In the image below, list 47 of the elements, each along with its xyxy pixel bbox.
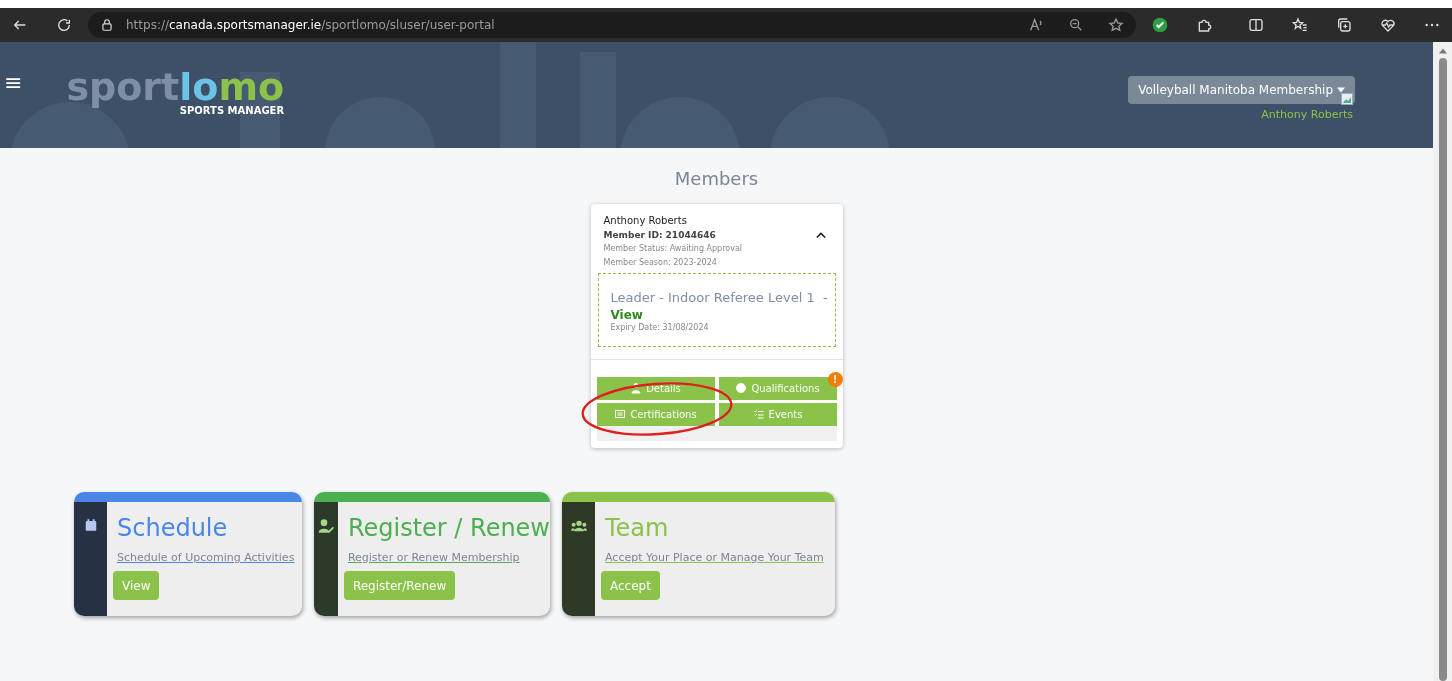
member-id: Member ID: 21044646 bbox=[603, 229, 717, 242]
checklist-icon bbox=[752, 408, 765, 420]
card-link[interactable]: Register or Renew Membership bbox=[347, 549, 520, 566]
zoom-out-icon[interactable] bbox=[1068, 17, 1084, 33]
collapse-icon[interactable] bbox=[815, 231, 826, 239]
list-icon bbox=[614, 408, 627, 420]
card-button[interactable]: Register/Renew bbox=[343, 571, 456, 600]
organization-dropdown[interactable]: Volleyball Manitoba Membership bbox=[1128, 76, 1355, 104]
card-title: Register / Renew bbox=[347, 512, 550, 543]
broken-image-icon bbox=[1341, 93, 1353, 105]
member-name: Anthony Roberts bbox=[603, 214, 688, 228]
scroll-up-icon[interactable] bbox=[1438, 48, 1447, 54]
card-link[interactable]: Schedule of Upcoming Activities bbox=[117, 549, 295, 566]
member-season: Member Season: 2023-2024 bbox=[603, 257, 718, 269]
star-icon[interactable] bbox=[1108, 17, 1124, 33]
card-title: Team bbox=[605, 512, 669, 543]
member-action-button[interactable]: Events bbox=[718, 402, 837, 426]
scroll-thumb[interactable] bbox=[1438, 58, 1447, 681]
favorites-icon[interactable] bbox=[1292, 17, 1308, 33]
url-text: https://canada.sportsmanager.ie/sportlomo/sluser/user-portal bbox=[126, 17, 495, 34]
member-status: Member Status: Awaiting Approval bbox=[603, 243, 744, 255]
split-screen-icon[interactable] bbox=[1248, 17, 1264, 33]
menu-button[interactable]: ≡ bbox=[4, 72, 23, 94]
user-edit-icon bbox=[317, 517, 334, 534]
health-icon[interactable] bbox=[1380, 17, 1396, 33]
card-title: Schedule bbox=[117, 512, 228, 543]
badge-icon bbox=[735, 382, 748, 394]
view-link[interactable]: View bbox=[610, 307, 823, 322]
puzzle-icon[interactable] bbox=[1196, 17, 1212, 33]
refresh-icon[interactable] bbox=[56, 17, 72, 33]
read-aloud-icon[interactable] bbox=[1028, 17, 1044, 33]
lock-icon bbox=[100, 18, 114, 32]
check-icon[interactable] bbox=[1152, 17, 1168, 33]
person-icon bbox=[630, 382, 643, 394]
card-button[interactable]: Accept bbox=[601, 571, 660, 600]
user-name[interactable]: Anthony Roberts bbox=[1261, 107, 1353, 124]
calendar-icon bbox=[83, 517, 98, 532]
collections-icon[interactable] bbox=[1336, 17, 1352, 33]
logo-wordmark: sportlomo bbox=[66, 68, 285, 106]
card-button[interactable]: View bbox=[113, 571, 160, 600]
expiry-date: Expiry Date: 31/08/2024 bbox=[610, 321, 710, 334]
page-title: Members bbox=[674, 167, 759, 191]
member-action-button[interactable]: Certifications bbox=[596, 402, 715, 426]
logo-subtitle: SPORTS MANAGER bbox=[179, 106, 285, 116]
card-link[interactable]: Accept Your Place or Manage Your Team bbox=[605, 549, 824, 566]
caret-icon bbox=[1337, 87, 1345, 93]
address-bar[interactable]: https://canada.sportsmanager.ie/sportlomo/sluser/user-portal bbox=[88, 12, 1136, 38]
